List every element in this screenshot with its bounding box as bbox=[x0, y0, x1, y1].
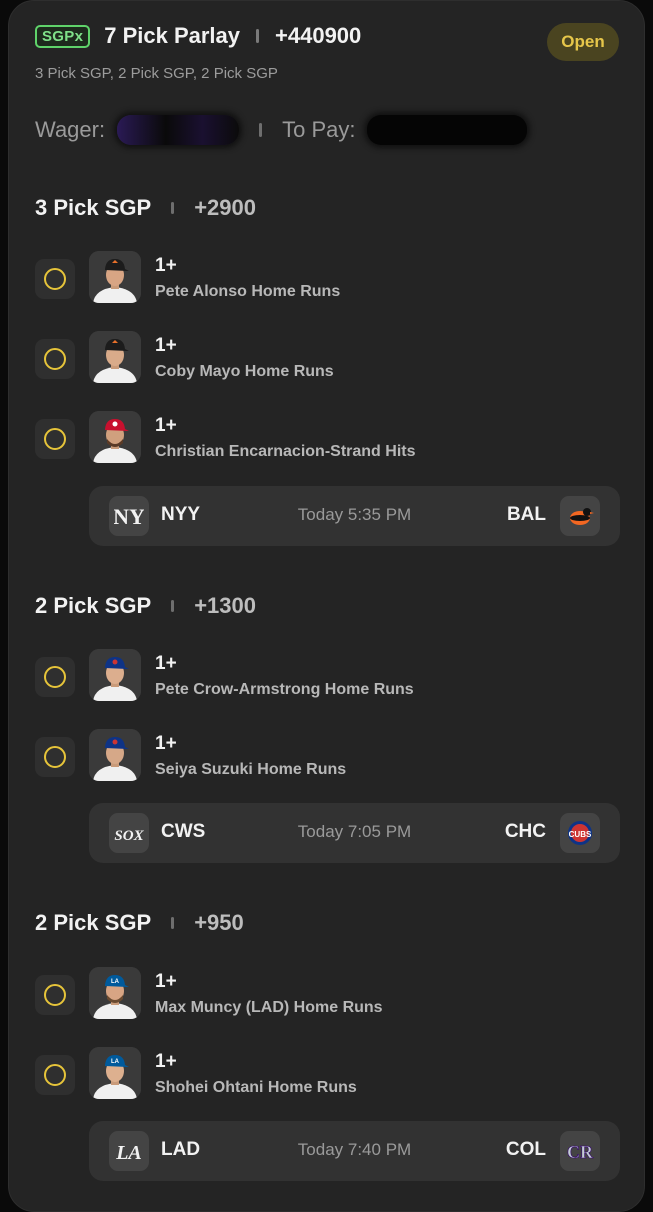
leg-description: Seiya Suzuki Home Runs bbox=[155, 761, 347, 778]
section-odds: +2900 bbox=[194, 195, 256, 220]
leg-line: 1+ bbox=[155, 733, 177, 754]
leg-radio[interactable] bbox=[35, 1055, 75, 1095]
wager-label: Wager: bbox=[35, 117, 106, 142]
parlay-card[interactable]: SGPx 7 Pick Parlay +440900 Open 3 Pick S… bbox=[8, 0, 645, 1212]
leg-radio[interactable] bbox=[35, 737, 75, 777]
redacted-payout-amount bbox=[367, 115, 528, 145]
empty-radio-icon bbox=[44, 666, 66, 688]
leg-description: Pete Alonso Home Runs bbox=[155, 283, 341, 300]
empty-radio-icon bbox=[44, 1064, 66, 1086]
sgpx-badge: SGPx bbox=[35, 24, 91, 48]
leg-radio[interactable] bbox=[35, 975, 75, 1015]
leg-line: 1+ bbox=[155, 653, 177, 674]
redacted-wager-amount bbox=[117, 115, 240, 145]
leg-description: Coby Mayo Home Runs bbox=[155, 363, 334, 380]
rockies-logo-icon: CR bbox=[560, 1131, 600, 1171]
leg-line: 1+ bbox=[155, 255, 177, 276]
section-odds: +950 bbox=[194, 910, 244, 935]
cubs-logo-icon: CUBS bbox=[560, 813, 600, 853]
section-name: 2 Pick SGP bbox=[35, 593, 152, 618]
empty-radio-icon bbox=[44, 268, 66, 290]
section-name: 3 Pick SGP bbox=[35, 195, 152, 220]
orioles-logo-icon bbox=[560, 496, 600, 536]
home-team: BAL bbox=[506, 504, 546, 525]
divider bbox=[256, 29, 260, 43]
leg-line: 1+ bbox=[155, 1051, 177, 1072]
sgp-section-title: 2 Pick SGP +950 bbox=[35, 910, 244, 936]
divider bbox=[171, 600, 175, 612]
leg-radio[interactable] bbox=[35, 657, 75, 697]
game-matchup[interactable]: SOX CWS Today 7:05 PM CHC CUBS bbox=[89, 803, 620, 863]
leg-description: Christian Encarnacion-Strand Hits bbox=[155, 443, 416, 460]
player-headshot-icon bbox=[89, 331, 141, 383]
leg-radio[interactable] bbox=[35, 419, 75, 459]
game-matchup[interactable]: NY NYY Today 5:35 PM BAL bbox=[89, 486, 620, 546]
leg-description: Shohei Ohtani Home Runs bbox=[155, 1079, 357, 1096]
wager-row: Wager: To Pay: bbox=[35, 115, 528, 145]
player-headshot-icon: LA bbox=[89, 967, 141, 1019]
home-team: CHC bbox=[504, 821, 546, 842]
svg-text:CR: CR bbox=[567, 1142, 594, 1162]
home-team: COL bbox=[505, 1139, 546, 1160]
leg-description: Max Muncy (LAD) Home Runs bbox=[155, 999, 383, 1016]
player-headshot-icon bbox=[89, 649, 141, 701]
player-headshot-icon bbox=[89, 411, 141, 463]
parlay-odds: +440900 bbox=[275, 23, 362, 48]
leg-line: 1+ bbox=[155, 335, 177, 356]
section-name: 2 Pick SGP bbox=[35, 910, 152, 935]
to-pay-label: To Pay: bbox=[282, 117, 356, 142]
sgp-section-title: 2 Pick SGP +1300 bbox=[35, 593, 256, 619]
divider bbox=[171, 202, 175, 214]
sgp-section-title: 3 Pick SGP +2900 bbox=[35, 195, 256, 221]
svg-text:LA: LA bbox=[111, 979, 120, 985]
leg-description: Pete Crow-Armstrong Home Runs bbox=[155, 681, 414, 698]
parlay-title: 7 Pick Parlay bbox=[104, 23, 241, 48]
empty-radio-icon bbox=[44, 428, 66, 450]
parlay-header: SGPx 7 Pick Parlay +440900 bbox=[35, 23, 361, 49]
svg-text:LA: LA bbox=[111, 1059, 120, 1065]
empty-radio-icon bbox=[44, 984, 66, 1006]
player-headshot-icon: LA bbox=[89, 1047, 141, 1099]
leg-radio[interactable] bbox=[35, 259, 75, 299]
divider bbox=[259, 123, 263, 137]
leg-line: 1+ bbox=[155, 415, 177, 436]
leg-radio[interactable] bbox=[35, 339, 75, 379]
player-headshot-icon bbox=[89, 729, 141, 781]
divider bbox=[171, 917, 175, 929]
empty-radio-icon bbox=[44, 746, 66, 768]
status-badge: Open bbox=[547, 23, 619, 61]
svg-text:CUBS: CUBS bbox=[569, 830, 592, 839]
empty-radio-icon bbox=[44, 348, 66, 370]
section-odds: +1300 bbox=[194, 593, 256, 618]
game-matchup[interactable]: LA LAD Today 7:40 PM COL CR bbox=[89, 1121, 620, 1181]
leg-line: 1+ bbox=[155, 971, 177, 992]
parlay-subtitle: 3 Pick SGP, 2 Pick SGP, 2 Pick SGP bbox=[35, 65, 278, 82]
player-headshot-icon bbox=[89, 251, 141, 303]
